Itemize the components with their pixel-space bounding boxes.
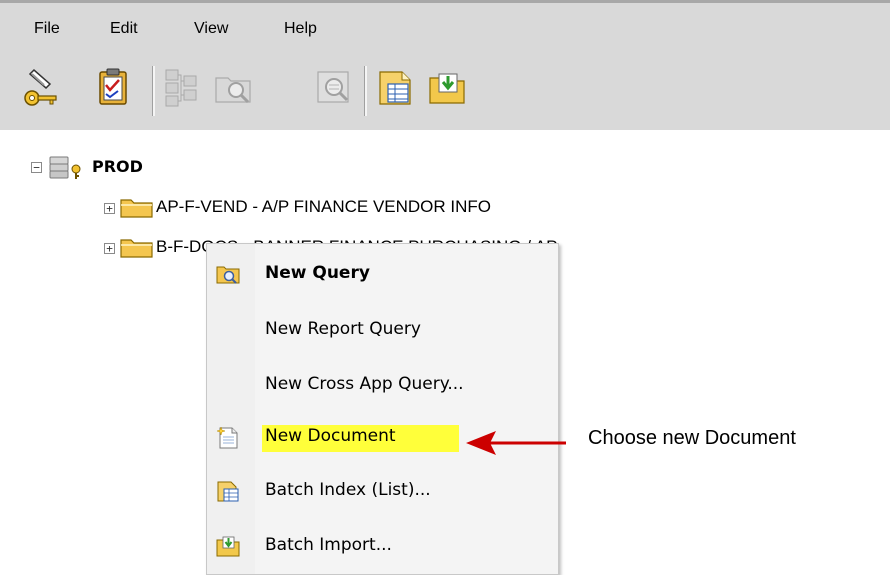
tree-root-prod[interactable]: PROD [92,157,143,176]
toolbar-separator [364,66,367,116]
menu-item-label: New Query [265,263,370,283]
tree-item-ap-f-vend[interactable]: AP-F-VEND - A/P FINANCE VENDOR INFO [156,197,491,217]
menu-item-label: New Cross App Query... [265,374,464,394]
new-document-icon [216,426,238,449]
tree-expand-toggle[interactable]: + [104,243,115,254]
batch-import-icon [216,536,240,557]
menu-file[interactable]: File [34,20,60,38]
document-search-icon [317,71,349,103]
checklist-button[interactable] [90,64,136,110]
folder-icon [120,199,153,218]
annotation-arrow-icon [466,431,566,455]
annotation-text: Choose new Document [588,427,796,449]
folder-search-button[interactable] [210,64,256,110]
tree-collapse-toggle[interactable]: − [31,162,42,173]
folder-search-icon [215,77,251,104]
login-key-icon [24,68,57,106]
toolbar-separator [152,66,155,116]
folder-import-icon [429,73,465,104]
import-button[interactable] [424,64,470,110]
menu-bar: File Edit View Help [0,0,890,56]
clipboard-checklist-icon [99,68,127,105]
menu-item-batch-import[interactable]: Batch Import... [207,524,558,568]
tree-hierarchy-icon [165,69,197,107]
menu-view[interactable]: View [194,20,228,38]
folder-icon [120,239,153,258]
menu-item-new-report-query[interactable]: New Report Query [207,308,558,352]
tree-expand-toggle[interactable]: + [104,203,115,214]
menu-item-new-document-label[interactable]: New Document [265,426,396,446]
menu-edit[interactable]: Edit [110,20,138,38]
folder-search-icon [216,266,240,284]
database-icon [49,156,81,179]
context-menu: New Query New Report Query New Cross App… [206,243,559,575]
menu-item-batch-index[interactable]: Batch Index (List)... [207,469,558,513]
menu-item-label: Batch Index (List)... [265,480,431,500]
toolbar [0,56,890,130]
menu-item-label: New Report Query [265,319,421,339]
document-index-icon [379,71,411,105]
document-search-button[interactable] [310,64,356,110]
menu-item-new-cross-app-query[interactable]: New Cross App Query... [207,363,558,407]
menu-help[interactable]: Help [284,20,317,38]
window-top-border [0,0,890,3]
menu-item-label: Batch Import... [265,535,392,555]
login-button[interactable] [18,64,64,110]
batch-index-icon [217,481,239,502]
hierarchy-button[interactable] [158,64,204,110]
menu-item-new-query[interactable]: New Query [207,252,558,296]
index-document-button[interactable] [372,64,418,110]
